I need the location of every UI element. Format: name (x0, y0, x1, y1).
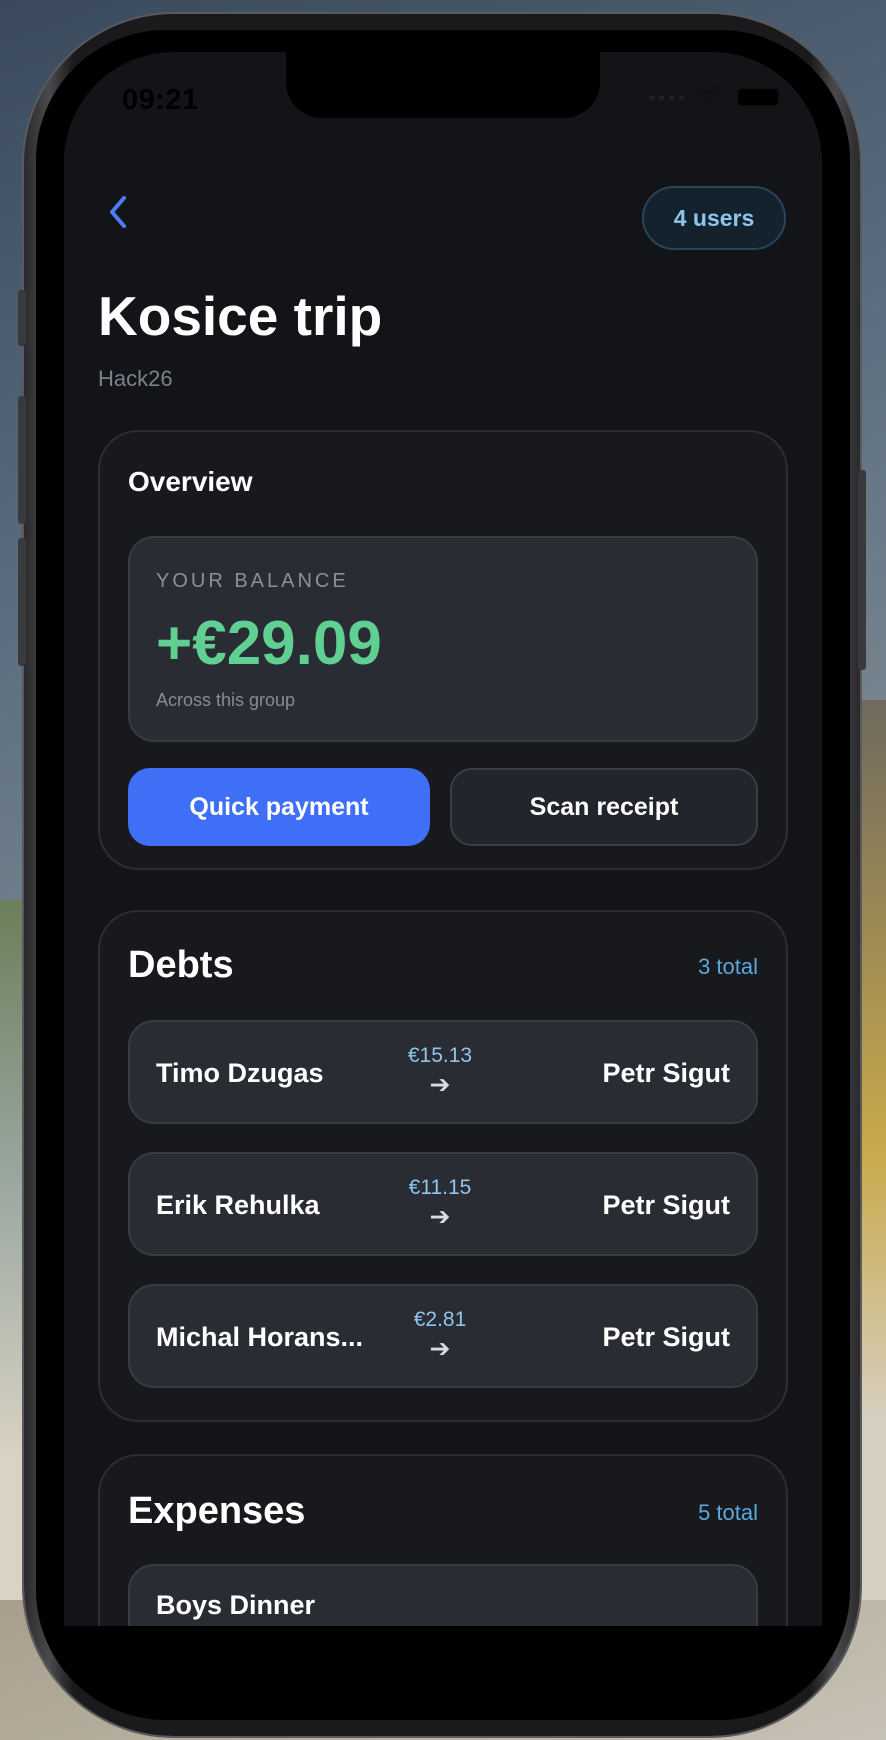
volume-down-button (18, 538, 26, 666)
debts-title: Debts (128, 944, 234, 986)
expense-name: Boys Dinner (156, 1590, 316, 1620)
chevron-left-icon (110, 196, 126, 228)
debt-from: Timo Dzugas (156, 1058, 324, 1088)
expenses-count[interactable]: 5 total (698, 1500, 758, 1526)
debt-from: Erik Rehulka (156, 1190, 320, 1220)
debt-to: Petr Sigut (602, 1190, 730, 1220)
power-button (858, 470, 866, 670)
page-subtitle: Hack26 (98, 366, 173, 391)
debt-row[interactable]: Erik Rehulka €11.15 ➔ Petr Sigut (128, 1152, 758, 1256)
arrow-right-icon: ➔ (429, 1071, 451, 1099)
status-time: 09:21 (122, 84, 199, 116)
users-badge-button[interactable]: 4 users (642, 186, 786, 250)
bottom-bezel (64, 1626, 822, 1692)
scan-receipt-button[interactable]: Scan receipt (450, 768, 758, 846)
notch (286, 52, 600, 118)
overview-title: Overview (128, 466, 253, 497)
expenses-card: Expenses 5 total Boys Dinner (98, 1454, 788, 1626)
overview-card: Overview YOUR BALANCE +€29.09 Across thi… (98, 430, 788, 870)
debt-to: Petr Sigut (602, 1322, 730, 1352)
arrow-right-icon: ➔ (429, 1335, 451, 1363)
debt-amount: €2.81 (413, 1308, 467, 1331)
debts-count[interactable]: 3 total (698, 954, 758, 980)
background-photo-right (856, 700, 886, 1600)
wifi-icon (696, 86, 724, 106)
arrow-right-icon: ➔ (429, 1203, 451, 1231)
balance-note: Across this group (156, 690, 296, 710)
volume-up-button (18, 396, 26, 524)
page-title: Kosice trip (98, 285, 383, 347)
battery-icon (736, 87, 780, 107)
debt-from: Michal Horans... (156, 1322, 364, 1352)
back-button[interactable] (100, 192, 140, 232)
debt-row[interactable]: Michal Horans... €2.81 ➔ Petr Sigut (128, 1284, 758, 1388)
debt-amount: €11.15 (408, 1176, 472, 1199)
balance-label: YOUR BALANCE (156, 570, 349, 592)
expense-row[interactable]: Boys Dinner (128, 1564, 758, 1626)
balance-value: +€29.09 (156, 609, 382, 678)
debt-row[interactable]: Timo Dzugas €15.13 ➔ Petr Sigut (128, 1020, 758, 1124)
mute-switch (18, 290, 26, 346)
expenses-title: Expenses (128, 1490, 306, 1532)
signal-icon (649, 94, 684, 100)
status-indicators (649, 86, 780, 108)
quick-payment-button[interactable]: Quick payment (128, 768, 430, 846)
app-screen: 09:21 4 users Kosice trip Hack26 Overvie… (64, 52, 822, 1626)
debts-card: Debts 3 total Timo Dzugas €15.13 ➔ Petr … (98, 910, 788, 1422)
debt-to: Petr Sigut (602, 1058, 730, 1088)
debt-amount: €15.13 (407, 1044, 473, 1067)
balance-box: YOUR BALANCE +€29.09 Across this group (128, 536, 758, 742)
